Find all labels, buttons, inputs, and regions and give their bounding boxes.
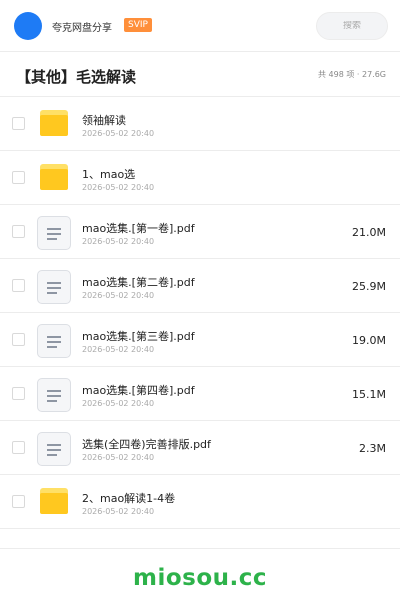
document-icon bbox=[37, 270, 71, 304]
list-item[interactable]: mao选集.[第三卷].pdf 2026-05-02 20:40 19.0M bbox=[0, 313, 400, 367]
document-icon bbox=[37, 432, 71, 466]
document-icon bbox=[37, 216, 71, 250]
bottom-divider bbox=[0, 548, 400, 549]
item-date: 2026-05-02 20:40 bbox=[82, 129, 155, 138]
folder-icon bbox=[40, 110, 68, 136]
item-name[interactable]: mao选集.[第一卷].pdf bbox=[82, 220, 195, 236]
search-input[interactable] bbox=[322, 21, 382, 31]
item-size: 21.0M bbox=[352, 226, 386, 239]
top-bar: 夸克网盘分享 SVIP bbox=[0, 0, 400, 52]
list-item[interactable]: 2、mao解读1-4卷 2026-05-02 20:40 bbox=[0, 475, 400, 529]
item-name[interactable]: 领袖解读 bbox=[82, 112, 126, 128]
item-size: 25.9M bbox=[352, 280, 386, 293]
folder-title: 【其他】毛选解读 bbox=[16, 68, 137, 86]
list-item[interactable]: mao选集.[第四卷].pdf 2026-05-02 20:40 15.1M bbox=[0, 367, 400, 421]
folder-stats: 共 498 项 · 27.6G bbox=[318, 70, 386, 79]
select-checkbox[interactable] bbox=[12, 495, 25, 508]
item-name[interactable]: mao选集.[第四卷].pdf bbox=[82, 382, 195, 398]
item-date: 2026-05-02 20:40 bbox=[82, 237, 155, 246]
avatar[interactable] bbox=[14, 12, 42, 40]
share-name: 夸克网盘分享 bbox=[52, 23, 112, 34]
item-date: 2026-05-02 20:40 bbox=[82, 291, 155, 300]
item-size: 15.1M bbox=[352, 388, 386, 401]
select-checkbox[interactable] bbox=[12, 387, 25, 400]
document-icon bbox=[37, 324, 71, 358]
svip-badge: SVIP bbox=[124, 18, 152, 32]
list-item[interactable]: 1、mao选 2026-05-02 20:40 bbox=[0, 151, 400, 205]
item-name[interactable]: mao选集.[第三卷].pdf bbox=[82, 328, 195, 344]
select-checkbox[interactable] bbox=[12, 171, 25, 184]
item-date: 2026-05-02 20:40 bbox=[82, 183, 155, 192]
select-checkbox[interactable] bbox=[12, 279, 25, 292]
folder-header: 【其他】毛选解读 共 498 项 · 27.6G bbox=[0, 52, 400, 97]
item-date: 2026-05-02 20:40 bbox=[82, 507, 155, 516]
watermark: miosou.cc bbox=[132, 565, 268, 591]
folder-icon bbox=[40, 164, 68, 190]
item-date: 2026-05-02 20:40 bbox=[82, 453, 155, 462]
item-name[interactable]: 2、mao解读1-4卷 bbox=[82, 490, 175, 506]
list-item[interactable]: 领袖解读 2026-05-02 20:40 bbox=[0, 97, 400, 151]
item-date: 2026-05-02 20:40 bbox=[82, 399, 155, 408]
item-date: 2026-05-02 20:40 bbox=[82, 345, 155, 354]
document-icon bbox=[37, 378, 71, 412]
select-checkbox[interactable] bbox=[12, 225, 25, 238]
select-checkbox[interactable] bbox=[12, 333, 25, 346]
select-checkbox[interactable] bbox=[12, 117, 25, 130]
select-checkbox[interactable] bbox=[12, 441, 25, 454]
item-name[interactable]: 选集(全四卷)完善排版.pdf bbox=[82, 436, 211, 452]
file-list: 领袖解读 2026-05-02 20:40 1、mao选 2026-05-02 20:… bbox=[0, 97, 400, 529]
item-size: 2.3M bbox=[359, 442, 386, 455]
list-item[interactable]: mao选集.[第一卷].pdf 2026-05-02 20:40 21.0M bbox=[0, 205, 400, 259]
list-item[interactable]: 选集(全四卷)完善排版.pdf 2026-05-02 20:40 2.3M bbox=[0, 421, 400, 475]
search-box[interactable] bbox=[316, 12, 388, 40]
item-name[interactable]: 1、mao选 bbox=[82, 166, 135, 182]
item-size: 19.0M bbox=[352, 334, 386, 347]
list-item[interactable]: mao选集.[第二卷].pdf 2026-05-02 20:40 25.9M bbox=[0, 259, 400, 313]
item-name[interactable]: mao选集.[第二卷].pdf bbox=[82, 274, 195, 290]
folder-icon bbox=[40, 488, 68, 514]
